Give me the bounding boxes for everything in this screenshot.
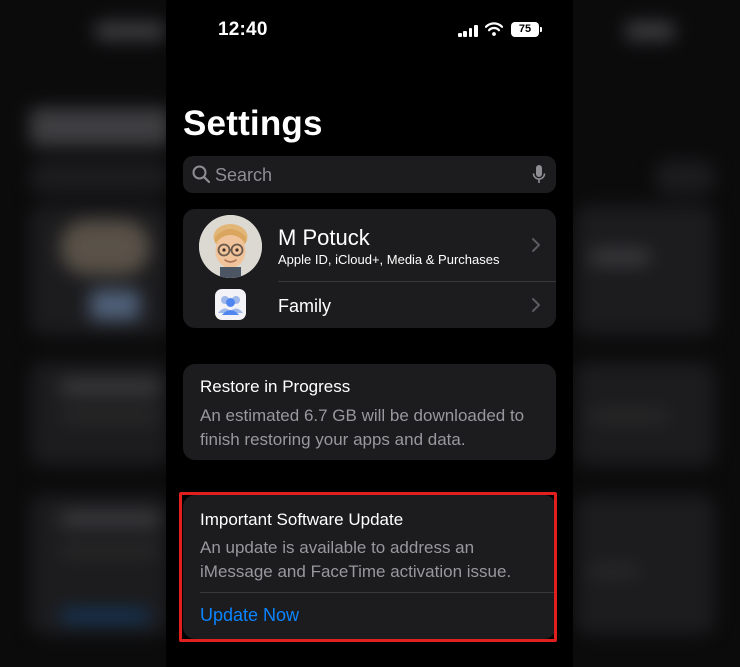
page-title: Settings [183,104,323,143]
account-card: M Potuck Apple ID, iCloud+, Media & Purc… [183,209,556,328]
account-name: M Potuck [278,225,370,250]
software-update-card: Important Software Update An update is a… [183,495,556,639]
status-bar: 12:40 75 [166,0,573,60]
search-icon [192,165,211,184]
row-divider [200,592,556,593]
family-row[interactable]: Family [183,282,556,328]
battery-icon: 75 [511,22,542,37]
family-label: Family [278,296,331,316]
chevron-right-icon [532,238,540,252]
search-placeholder: Search [215,165,273,185]
apple-id-row[interactable]: M Potuck Apple ID, iCloud+, Media & Purc… [183,209,556,281]
restore-progress-card[interactable]: Restore in Progress An estimated 6.7 GB … [183,364,556,460]
update-now-link[interactable]: Update Now [200,605,299,626]
avatar [199,215,262,278]
update-title: Important Software Update [200,510,404,529]
family-icon [215,289,246,320]
phone-screen: 12:40 75 Settings Search M Potuck Apple … [166,0,573,667]
chevron-right-icon [532,298,540,312]
account-subtitle: Apple ID, iCloud+, Media & Purchases [278,252,500,267]
update-description: An update is available to address an iMe… [200,538,512,581]
microphone-icon[interactable] [532,164,546,185]
cellular-signal-icon [458,25,478,37]
search-field[interactable]: Search [183,156,556,193]
restore-description: An estimated 6.7 GB will be downloaded t… [200,406,525,449]
wifi-icon [485,22,503,36]
status-time: 12:40 [218,19,268,40]
memoji-icon [199,215,262,278]
restore-title: Restore in Progress [200,377,351,396]
